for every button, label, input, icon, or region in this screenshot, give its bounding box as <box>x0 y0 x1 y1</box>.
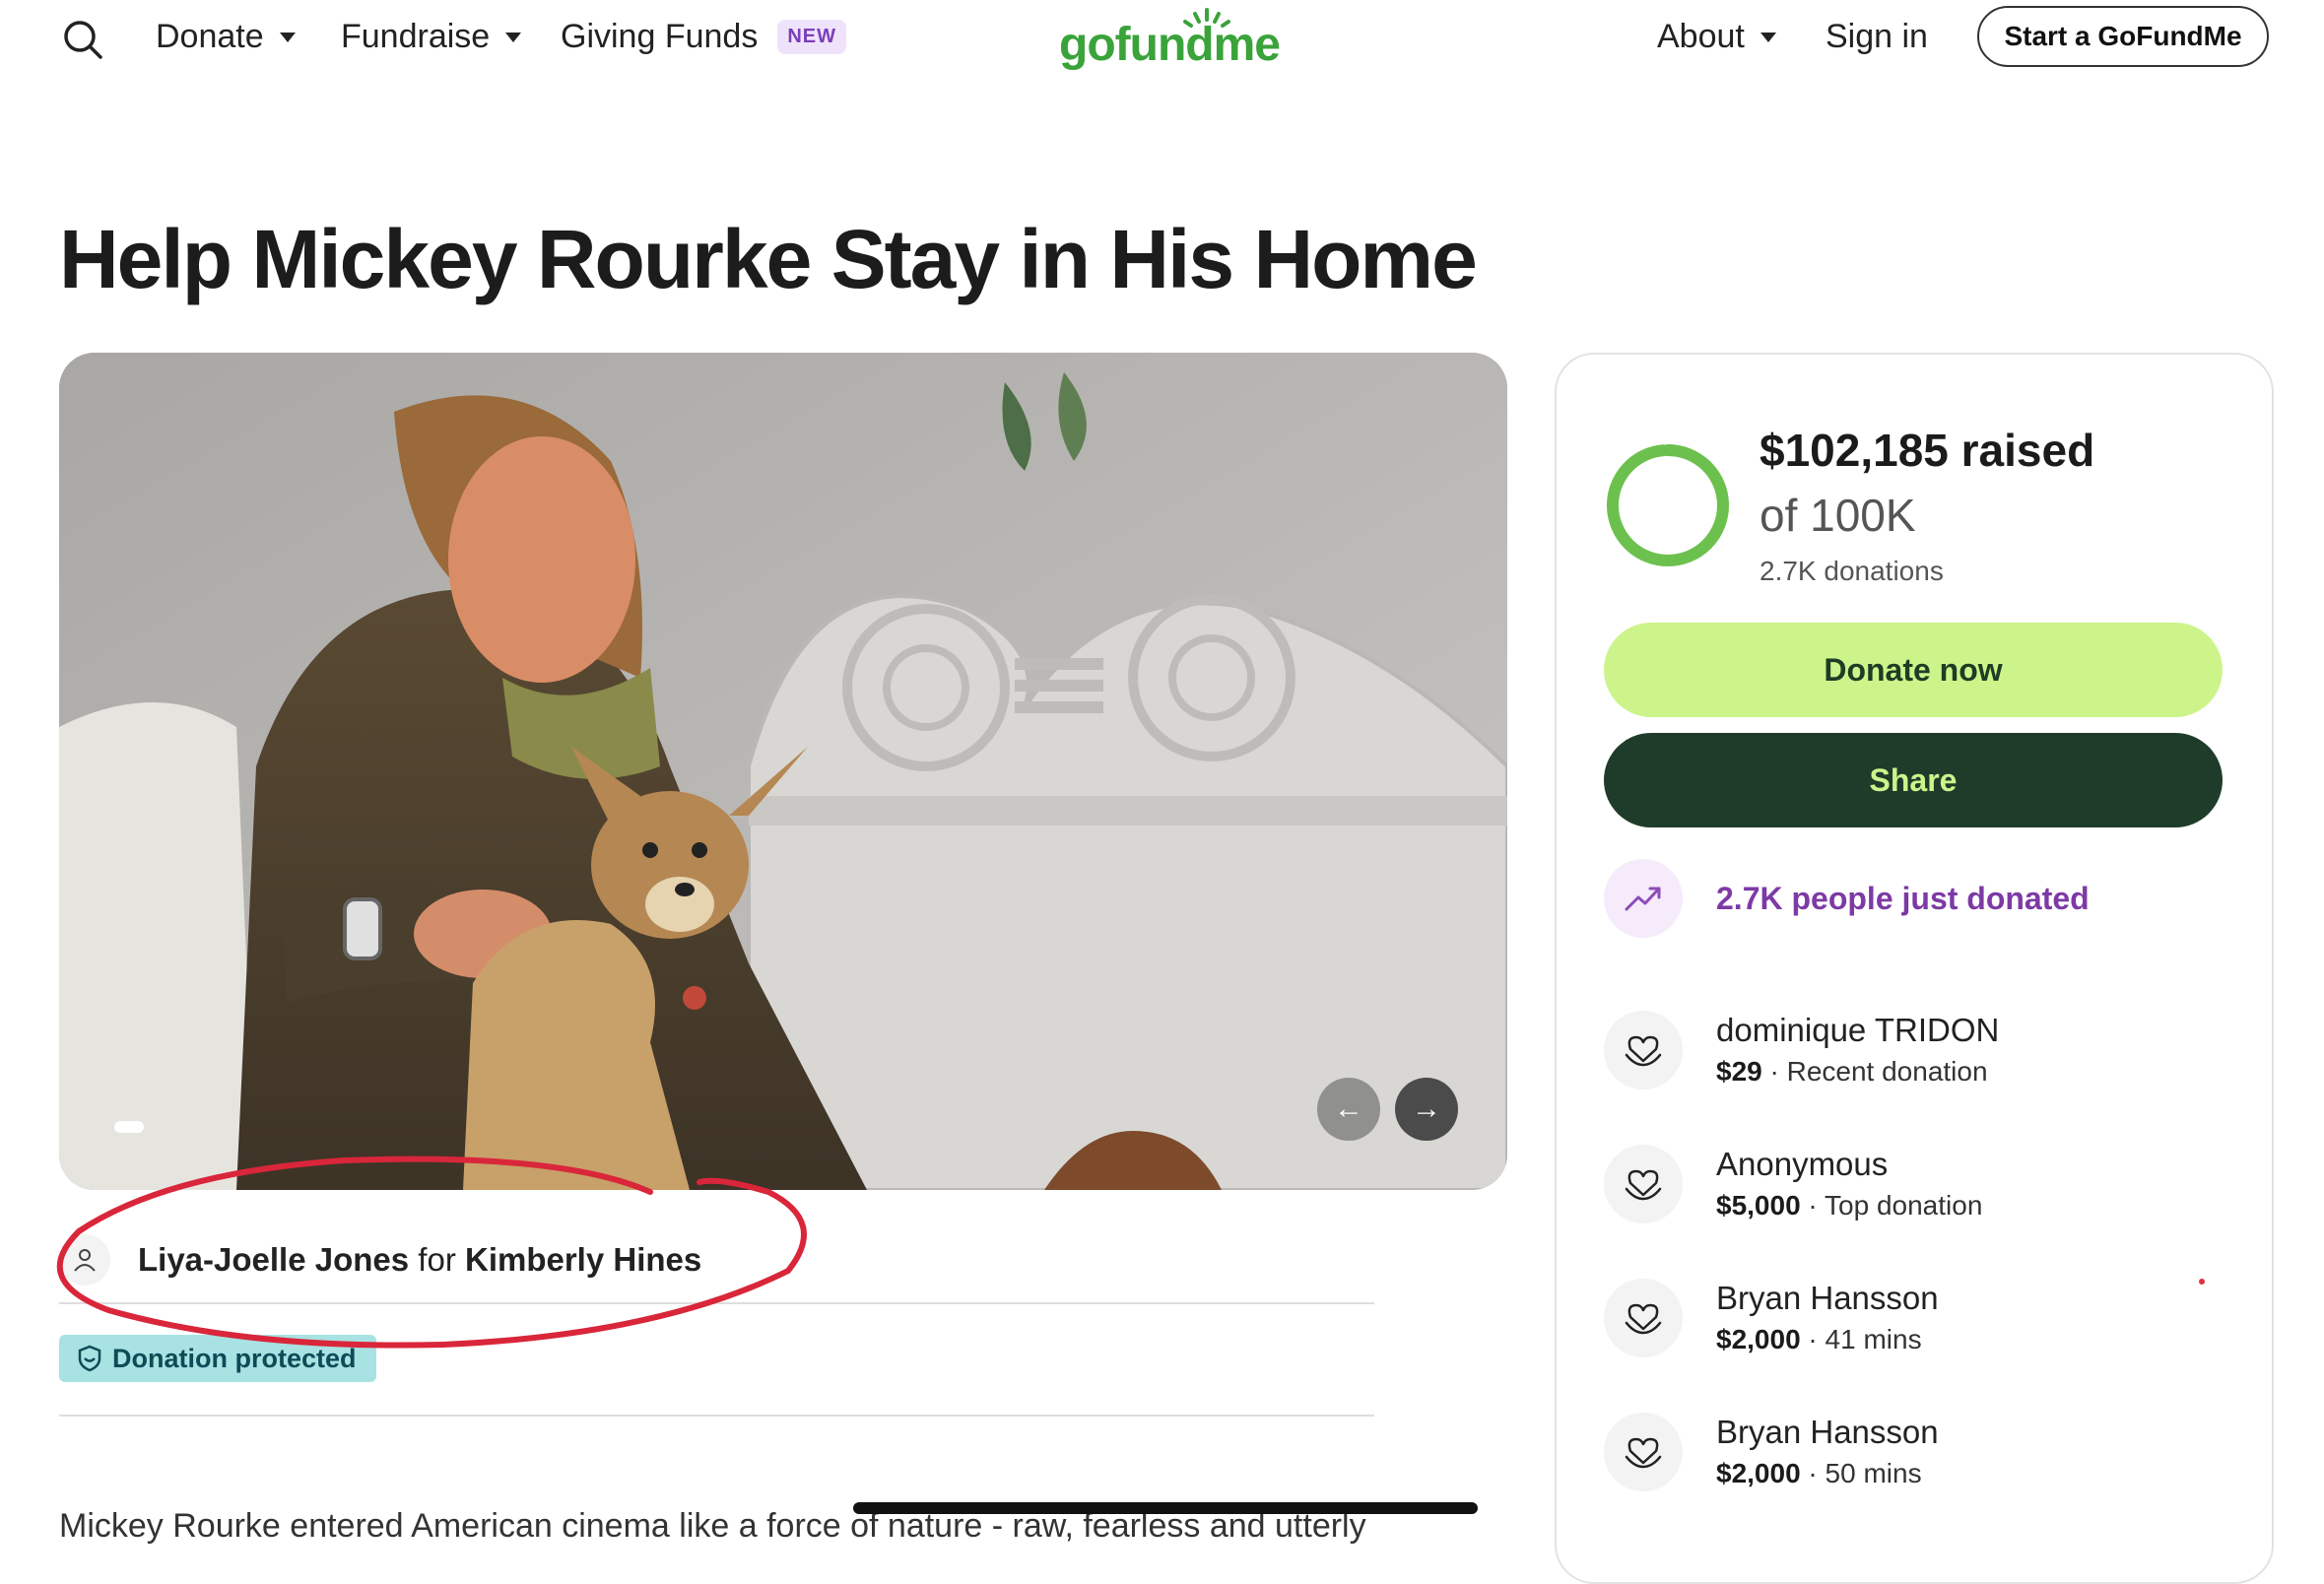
donor-amount: $29 <box>1716 1056 1762 1087</box>
donor-note: 41 mins <box>1825 1324 1922 1354</box>
trending-up-icon <box>1604 859 1683 938</box>
search-icon[interactable] <box>61 18 104 61</box>
donor-note: Top donation <box>1825 1190 1983 1221</box>
user-icon <box>59 1234 110 1286</box>
organizer-text: Liya-Joelle Jones for Kimberly Hines <box>138 1241 701 1279</box>
nav-donate-menu[interactable]: Donate <box>156 18 296 56</box>
for-word: for <box>418 1241 456 1278</box>
donor-amount: $2,000 <box>1716 1458 1801 1488</box>
donation-card: $102,185 raised of 100K 2.7K donations D… <box>1555 353 2274 1584</box>
nav-about-label: About <box>1657 18 1745 55</box>
page-title: Help Mickey Rourke Stay in His Home <box>59 213 1478 305</box>
nav-giving-funds-link[interactable]: Giving Funds NEW <box>561 18 846 56</box>
top-nav: Donate Fundraise Giving Funds NEW gofund… <box>0 0 2324 79</box>
beneficiary-name: Kimberly Hines <box>464 1241 702 1278</box>
donor-name: Bryan Hansson <box>1716 1414 1939 1450</box>
arrow-left-icon: ← <box>1334 1092 1363 1125</box>
heart-hand-icon <box>1604 1011 1683 1089</box>
donor-item: Anonymous $5,000 · Top donation <box>1604 1143 1982 1225</box>
donation-protected-label: Donation protected <box>112 1343 357 1373</box>
donor-name: Bryan Hansson <box>1716 1280 1939 1316</box>
shield-icon <box>78 1345 101 1372</box>
trend-text: 2.7K people just donated <box>1716 880 2090 916</box>
donor-name: dominique TRIDON <box>1716 1012 2000 1048</box>
goal-amount: of 100K <box>1760 490 1916 541</box>
donor-name: Anonymous <box>1716 1146 1889 1182</box>
nav-sign-in-label: Sign in <box>1826 18 1928 55</box>
donations-count: 2.7K donations <box>1760 556 1944 586</box>
donor-meta: $5,000 · Top donation <box>1716 1190 1983 1221</box>
heart-hand-icon <box>1604 1145 1683 1223</box>
start-gofundme-button[interactable]: Start a GoFundMe <box>1977 6 2269 67</box>
nav-fundraise-label: Fundraise <box>341 18 491 55</box>
progress-ring <box>1607 444 1729 566</box>
donation-protected-badge[interactable]: Donation protected <box>59 1335 376 1382</box>
nav-about-menu[interactable]: About <box>1657 18 1776 56</box>
campaign-photo[interactable]: ← → <box>59 353 1507 1190</box>
donor-meta: $2,000 · 41 mins <box>1716 1324 1922 1354</box>
amount-raised: $102,185 raised <box>1760 425 2095 476</box>
home-indicator-bar <box>853 1502 1478 1514</box>
heart-hand-icon <box>1604 1413 1683 1491</box>
nav-sign-in-link[interactable]: Sign in <box>1826 18 1928 56</box>
previous-photo-button[interactable]: ← <box>1317 1078 1380 1141</box>
donor-note: 50 mins <box>1825 1458 1922 1488</box>
logo-text: gofundme <box>1059 19 1281 71</box>
arrow-right-icon: → <box>1412 1092 1441 1125</box>
nav-giving-funds-label: Giving Funds <box>561 18 759 55</box>
donor-item: Bryan Hansson $2,000 · 50 mins <box>1604 1411 1939 1493</box>
organizer-name: Liya-Joelle Jones <box>138 1241 410 1278</box>
donor-meta: $2,000 · 50 mins <box>1716 1458 1922 1488</box>
next-photo-button[interactable]: → <box>1395 1078 1458 1141</box>
donor-item: Bryan Hansson $2,000 · 41 mins <box>1604 1277 1939 1359</box>
donor-amount: $2,000 <box>1716 1324 1801 1354</box>
photo-illustration <box>59 353 1507 1190</box>
nav-donate-label: Donate <box>156 18 264 55</box>
chevron-down-icon <box>1760 32 1776 42</box>
chevron-down-icon <box>279 32 296 42</box>
share-button[interactable]: Share <box>1604 733 2223 827</box>
divider <box>59 1415 1374 1417</box>
donate-now-button[interactable]: Donate now <box>1604 623 2223 717</box>
donor-amount: $5,000 <box>1716 1190 1801 1221</box>
gofundme-logo[interactable]: gofundme <box>1059 6 1281 75</box>
donation-trend: 2.7K people just donated <box>1604 859 2090 938</box>
divider <box>59 1302 1374 1304</box>
red-dot-mark <box>2199 1279 2205 1285</box>
donor-meta: $29 · Recent donation <box>1716 1056 1988 1087</box>
new-badge: NEW <box>777 20 846 54</box>
chevron-down-icon <box>505 32 522 42</box>
donor-note: Recent donation <box>1786 1056 1988 1087</box>
nav-fundraise-menu[interactable]: Fundraise <box>341 18 522 56</box>
carousel-indicator[interactable] <box>114 1121 144 1133</box>
donor-item: dominique TRIDON $29 · Recent donation <box>1604 1009 1999 1091</box>
organizer-row[interactable]: Liya-Joelle Jones for Kimberly Hines <box>59 1218 1374 1302</box>
heart-hand-icon <box>1604 1279 1683 1357</box>
